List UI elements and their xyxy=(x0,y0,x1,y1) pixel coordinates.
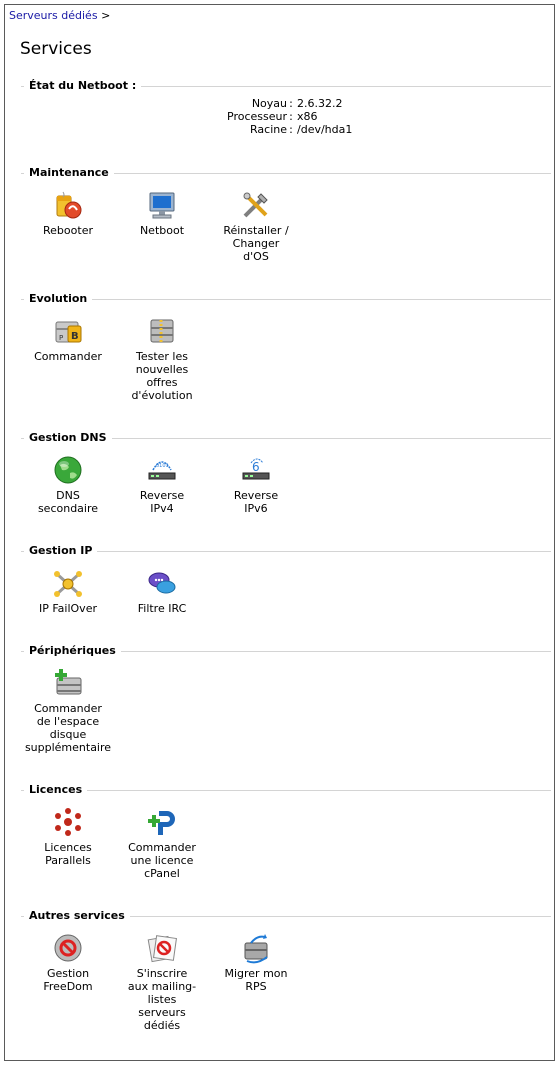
cpanel-icon xyxy=(145,805,179,839)
evolution-section: Evolution BP Commander Tester les nouvel… xyxy=(21,292,551,417)
migrate-icon xyxy=(239,931,273,965)
reboot-button[interactable]: Rebooter xyxy=(21,188,115,263)
secondary-dns-button[interactable]: DNS secondaire xyxy=(21,453,115,515)
ip-failover-label: IP FailOver xyxy=(38,602,97,615)
reverse-ipv4-icon: 0101 xyxy=(145,453,179,487)
section-title: Licences xyxy=(24,783,88,797)
svg-text:B: B xyxy=(71,331,79,342)
breadcrumb: Serveurs dédiés > xyxy=(9,9,110,22)
irc-filter-button[interactable]: Filtre IRC xyxy=(115,566,209,615)
section-title: État du Netboot : xyxy=(24,79,142,93)
licences-section: Licences Licences Parallels Commander un… xyxy=(21,783,551,893)
maintenance-section: Maintenance Rebooter Netboot Réinstaller… xyxy=(21,166,551,276)
server-test-icon xyxy=(145,314,179,348)
parallels-licences-label: Licences Parallels xyxy=(44,841,92,867)
reinstall-os-label: Réinstaller / Changer d'OS xyxy=(223,224,289,263)
info-row-kernel: Noyau:2.6.32.2 xyxy=(251,97,343,110)
netboot-label: Netboot xyxy=(139,224,185,237)
freedom-icon xyxy=(51,931,85,965)
freedom-button[interactable]: Gestion FreeDom xyxy=(21,931,115,1032)
order-disk-space-button[interactable]: Commander de l'espace disque supplémenta… xyxy=(21,666,115,754)
order-evolution-label: Commander xyxy=(34,350,102,363)
section-title: Gestion DNS xyxy=(24,431,112,445)
dns-section: Gestion DNS DNS secondaire 0101 Reverse … xyxy=(21,431,551,531)
svg-text:6: 6 xyxy=(252,460,260,474)
reinstall-os-button[interactable]: Réinstaller / Changer d'OS xyxy=(209,188,303,263)
mailing-icon xyxy=(145,931,179,965)
netboot-button[interactable]: Netboot xyxy=(115,188,209,263)
section-title: Evolution xyxy=(24,292,93,306)
svg-text:0101: 0101 xyxy=(156,463,169,469)
globe-icon xyxy=(51,453,85,487)
reboot-icon xyxy=(51,188,85,222)
netboot-info: Noyau:2.6.32.2 Processeur: x86 Racine:/de… xyxy=(181,97,352,136)
chat-icon xyxy=(145,566,179,600)
page-title: Services xyxy=(20,39,92,59)
test-offers-label: Tester les nouvelles offres d'évolution xyxy=(131,350,193,402)
freedom-label: Gestion FreeDom xyxy=(43,967,93,993)
section-title: Maintenance xyxy=(24,166,114,180)
secondary-dns-label: DNS secondaire xyxy=(37,489,99,515)
section-title: Gestion IP xyxy=(24,544,98,558)
ip-failover-button[interactable]: IP FailOver xyxy=(21,566,115,615)
parallels-licences-button[interactable]: Licences Parallels xyxy=(21,805,115,880)
failover-icon xyxy=(51,566,85,600)
cpanel-licence-button[interactable]: Commander une licence cPanel xyxy=(115,805,209,880)
order-disk-space-label: Commander de l'espace disque supplémenta… xyxy=(24,702,112,754)
tools-icon xyxy=(239,188,273,222)
reverse-ipv6-icon: 6 xyxy=(239,453,273,487)
order-evolution-button[interactable]: BP Commander xyxy=(21,314,115,402)
reverse-ipv4-button[interactable]: 0101 Reverse IPv4 xyxy=(115,453,209,515)
server-order-icon: BP xyxy=(51,314,85,348)
netboot-section: État du Netboot : Noyau:2.6.32.2 Process… xyxy=(21,79,551,149)
section-title: Autres services xyxy=(24,909,130,923)
migrate-rps-label: Migrer mon RPS xyxy=(224,967,288,993)
services-panel: Serveurs dédiés > Services État du Netbo… xyxy=(4,4,555,1061)
peripherals-section: Périphériques Commander de l'espace disq… xyxy=(21,644,551,769)
info-row-processor: Processeur: x86 xyxy=(227,110,318,123)
section-title: Périphériques xyxy=(24,644,121,658)
reverse-ipv4-label: Reverse IPv4 xyxy=(139,489,185,515)
reverse-ipv6-button[interactable]: 6 Reverse IPv6 xyxy=(209,453,303,515)
mailing-lists-button[interactable]: S'inscrire aux mailing- listes serveurs … xyxy=(115,931,209,1032)
monitor-icon xyxy=(145,188,179,222)
reboot-label: Rebooter xyxy=(43,224,93,237)
irc-filter-label: Filtre IRC xyxy=(137,602,187,615)
svg-text:P: P xyxy=(59,334,63,342)
migrate-rps-button[interactable]: Migrer mon RPS xyxy=(209,931,303,1032)
other-services-section: Autres services Gestion FreeDom S'inscri… xyxy=(21,909,551,1049)
breadcrumb-link[interactable]: Serveurs dédiés xyxy=(9,9,98,22)
cpanel-licence-label: Commander une licence cPanel xyxy=(128,841,196,880)
mailing-lists-label: S'inscrire aux mailing- listes serveurs … xyxy=(127,967,197,1032)
test-offers-button[interactable]: Tester les nouvelles offres d'évolution xyxy=(115,314,209,402)
breadcrumb-separator: > xyxy=(101,9,111,22)
parallels-icon xyxy=(51,805,85,839)
reverse-ipv6-label: Reverse IPv6 xyxy=(233,489,279,515)
info-row-root: Racine:/dev/hda1 xyxy=(250,123,353,136)
ip-section: Gestion IP IP FailOver Filtre IRC xyxy=(21,544,551,634)
disk-add-icon xyxy=(51,666,85,700)
